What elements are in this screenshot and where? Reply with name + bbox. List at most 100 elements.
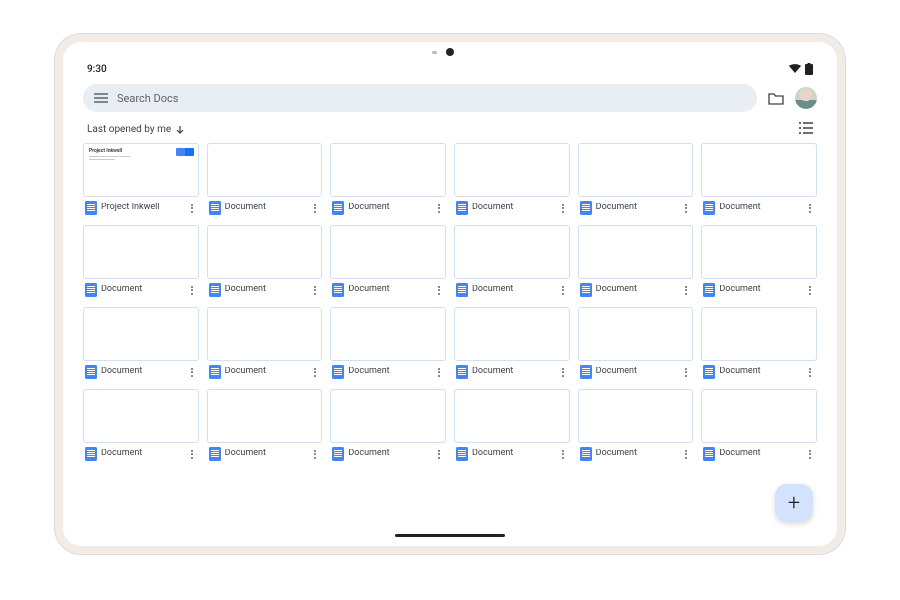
document-thumbnail[interactable] [701,225,817,279]
document-thumbnail[interactable] [330,307,446,361]
more-options-icon[interactable] [434,286,444,295]
document-card[interactable]: Document [330,143,446,221]
more-options-icon[interactable] [187,286,197,295]
document-title: Document [719,203,801,213]
document-footer: Document [330,443,446,467]
docs-icon [85,283,97,297]
more-options-icon[interactable] [558,204,568,213]
document-title: Document [719,285,801,295]
document-thumbnail[interactable] [83,389,199,443]
more-options-icon[interactable] [558,368,568,377]
document-card[interactable]: Document [701,307,817,385]
more-options-icon[interactable] [805,286,815,295]
folder-button[interactable] [765,87,787,109]
document-title: Project Inkwell [101,203,183,213]
more-options-icon[interactable] [681,450,691,459]
document-thumbnail[interactable] [578,307,694,361]
more-options-icon[interactable] [805,368,815,377]
document-thumbnail[interactable] [578,225,694,279]
more-options-icon[interactable] [310,204,320,213]
plus-icon: + [788,491,800,516]
more-options-icon[interactable] [434,368,444,377]
docs-icon [332,447,344,461]
document-footer: Document [578,443,694,467]
document-card[interactable]: Document [578,389,694,467]
more-options-icon[interactable] [681,286,691,295]
list-view-button[interactable] [799,122,813,137]
more-options-icon[interactable] [310,450,320,459]
document-card[interactable]: Document [701,143,817,221]
document-title: Document [101,449,183,459]
document-thumbnail[interactable]: Project Inkwell [83,143,199,197]
document-thumbnail[interactable] [454,307,570,361]
more-options-icon[interactable] [310,286,320,295]
docs-icon [703,447,715,461]
document-thumbnail[interactable] [330,225,446,279]
document-thumbnail[interactable] [83,307,199,361]
document-footer: Document [454,197,570,221]
more-options-icon[interactable] [805,450,815,459]
status-bar: 9:30 [69,60,831,78]
document-card[interactable]: Document [83,389,199,467]
document-card[interactable]: Document [83,307,199,385]
document-thumbnail[interactable] [207,307,323,361]
nav-handle[interactable] [395,534,505,537]
docs-icon [456,283,468,297]
document-card[interactable]: Document [578,143,694,221]
document-thumbnail[interactable] [578,389,694,443]
document-card[interactable]: Document [454,389,570,467]
screen: 9:30 Search Docs [69,60,831,540]
document-card[interactable]: Document [207,225,323,303]
document-card[interactable]: Document [454,143,570,221]
more-options-icon[interactable] [187,450,197,459]
document-footer: Document [83,361,199,385]
document-thumbnail[interactable] [207,389,323,443]
search-bar[interactable]: Search Docs [83,84,757,112]
docs-icon [85,201,97,215]
document-thumbnail[interactable] [330,389,446,443]
document-card[interactable]: Document [578,307,694,385]
document-thumbnail[interactable] [701,307,817,361]
document-card[interactable]: Document [207,143,323,221]
more-options-icon[interactable] [310,368,320,377]
document-thumbnail[interactable] [701,389,817,443]
more-options-icon[interactable] [681,204,691,213]
document-card[interactable]: Document [330,307,446,385]
document-card[interactable]: Document [207,389,323,467]
document-thumbnail[interactable] [701,143,817,197]
document-card[interactable]: Document [83,225,199,303]
document-thumbnail[interactable] [207,225,323,279]
docs-icon [209,201,221,215]
more-options-icon[interactable] [558,450,568,459]
more-options-icon[interactable] [434,204,444,213]
more-options-icon[interactable] [187,368,197,377]
docs-icon [703,201,715,215]
more-options-icon[interactable] [681,368,691,377]
document-thumbnail[interactable] [330,143,446,197]
document-thumbnail[interactable] [454,225,570,279]
more-options-icon[interactable] [187,204,197,213]
new-document-fab[interactable]: + [775,484,813,522]
document-title: Document [472,367,554,377]
avatar[interactable] [795,87,817,109]
document-card[interactable]: Document [207,307,323,385]
document-card[interactable]: Document [701,225,817,303]
document-thumbnail[interactable] [454,389,570,443]
document-card[interactable]: Document [454,307,570,385]
menu-icon[interactable] [93,90,109,106]
document-card[interactable]: Document [330,225,446,303]
document-thumbnail[interactable] [578,143,694,197]
document-card[interactable]: Document [330,389,446,467]
more-options-icon[interactable] [434,450,444,459]
document-card[interactable]: Project Inkwell Project Inkwell [83,143,199,221]
document-thumbnail[interactable] [83,225,199,279]
document-thumbnail[interactable] [207,143,323,197]
document-card[interactable]: Document [578,225,694,303]
sort-button[interactable]: Last opened by me [87,124,185,135]
logo-graphic [176,148,194,156]
document-card[interactable]: Document [454,225,570,303]
document-thumbnail[interactable] [454,143,570,197]
more-options-icon[interactable] [805,204,815,213]
more-options-icon[interactable] [558,286,568,295]
document-card[interactable]: Document [701,389,817,467]
